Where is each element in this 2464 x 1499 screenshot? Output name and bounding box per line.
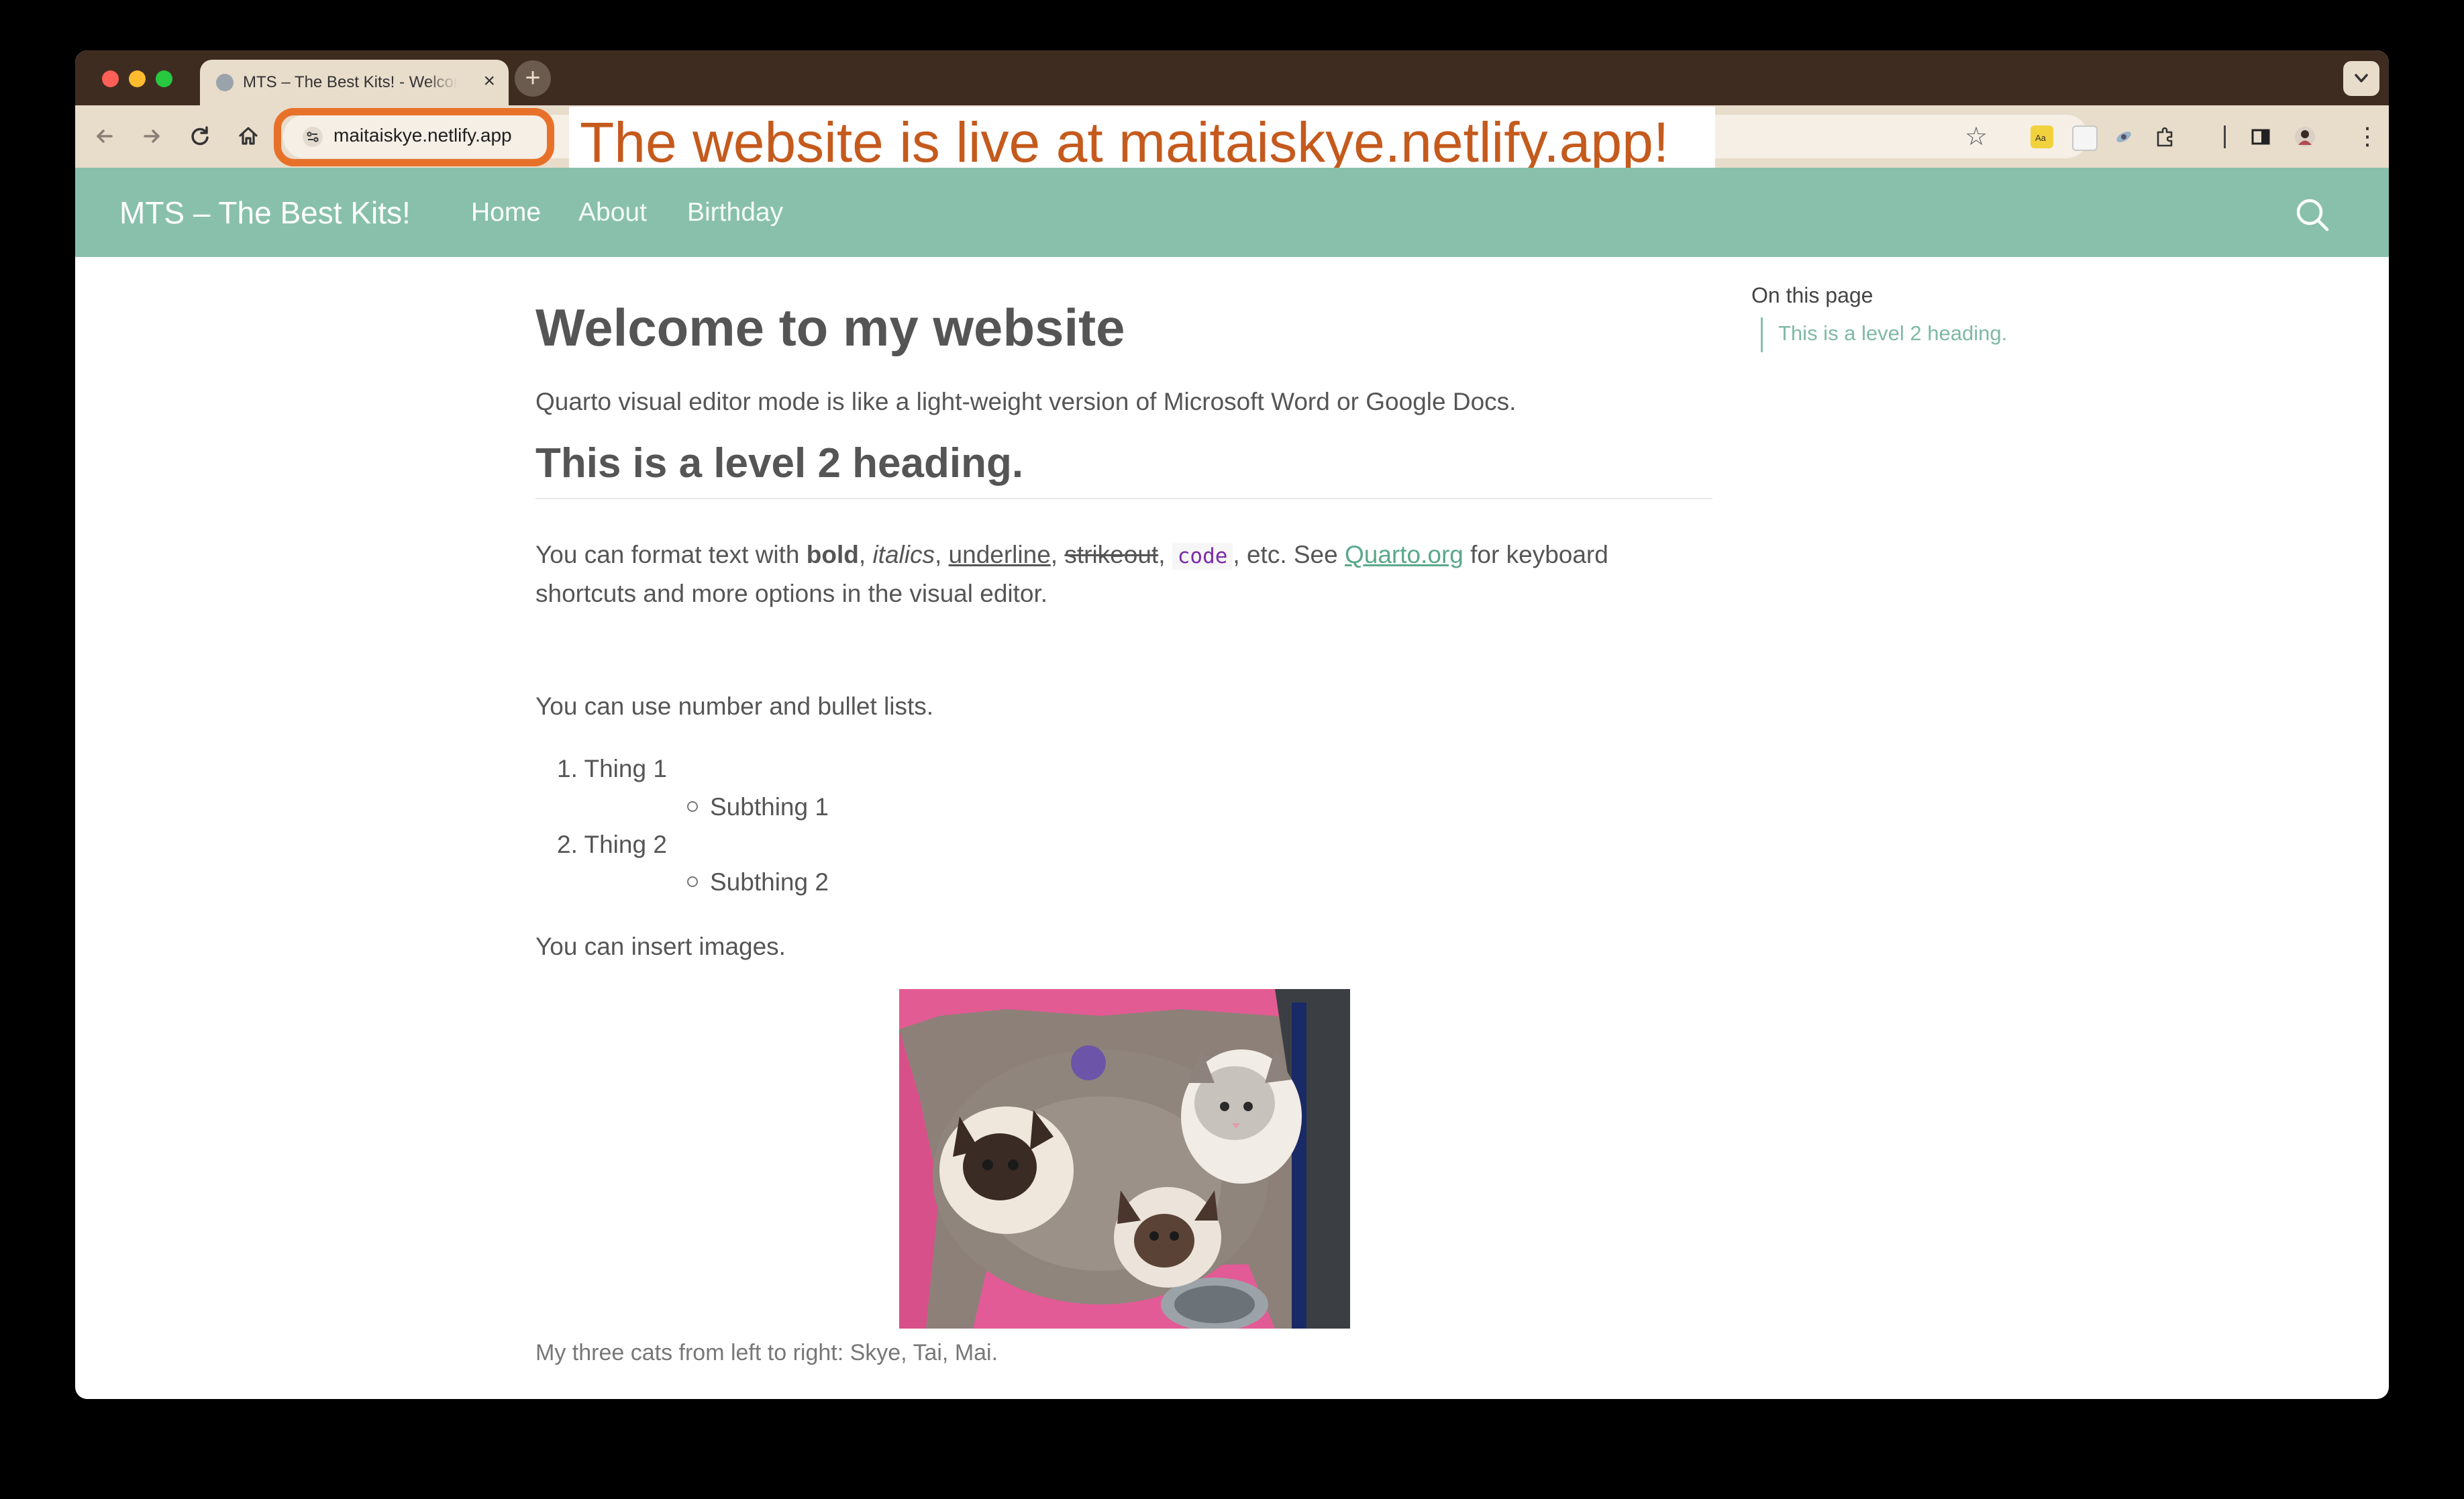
page-title: Welcome to my website bbox=[535, 298, 1125, 357]
home-icon[interactable] bbox=[235, 123, 262, 150]
site-info-icon[interactable] bbox=[302, 126, 323, 148]
site-brand[interactable]: MTS – The Best Kits! bbox=[119, 195, 411, 231]
level-2-heading: This is a level 2 heading. bbox=[535, 440, 1712, 499]
strikeout-text: strikeout bbox=[1064, 541, 1159, 568]
extensions-puzzle-icon[interactable] bbox=[2154, 125, 2177, 148]
format-tail-text: for keyboard bbox=[1463, 541, 1608, 568]
italic-text: italics bbox=[872, 541, 935, 568]
svg-text:Aa: Aa bbox=[2035, 133, 2047, 143]
separator: , bbox=[858, 541, 873, 568]
underline-text: underline bbox=[948, 541, 1051, 568]
browser-toolbar: maitaiskye.netlify.app The website is li… bbox=[75, 105, 2389, 181]
new-tab-button[interactable]: + bbox=[515, 60, 551, 97]
toc-active-indicator bbox=[1761, 317, 1763, 352]
separator: , bbox=[1050, 541, 1065, 568]
browser-window: MTS – The Best Kits! - Welcome to my web… bbox=[75, 50, 2389, 1399]
list-item: 1. Thing 1 bbox=[557, 750, 667, 788]
bold-text: bold bbox=[806, 541, 859, 568]
nav-home[interactable]: Home bbox=[471, 198, 541, 227]
extension-satellite-icon[interactable] bbox=[2112, 125, 2135, 148]
toc-item[interactable]: This is a level 2 heading. bbox=[1778, 321, 2007, 346]
intro-paragraph: Quarto visual editor mode is like a ligh… bbox=[535, 388, 1517, 415]
separator: , bbox=[1158, 541, 1172, 568]
format-lead-text: You can format text with bbox=[535, 541, 807, 568]
list-item-label: Thing 1 bbox=[584, 755, 667, 782]
inline-code: code bbox=[1172, 543, 1233, 570]
search-icon[interactable] bbox=[2294, 196, 2331, 234]
lists-paragraph: You can use number and bullet lists. bbox=[535, 692, 934, 720]
toolbar-divider bbox=[2224, 125, 2226, 148]
globe-icon bbox=[216, 74, 234, 91]
bookmark-star-icon[interactable]: ☆ bbox=[1965, 124, 1988, 150]
list-item-label: Thing 2 bbox=[584, 831, 667, 858]
forward-arrow-icon[interactable] bbox=[138, 123, 165, 150]
format-paragraph: You can format text with bold, italics , … bbox=[535, 536, 1716, 613]
back-arrow-icon[interactable] bbox=[91, 123, 118, 150]
quarto-link[interactable]: Quarto.org bbox=[1345, 541, 1464, 568]
circle-bullet-icon bbox=[687, 801, 698, 813]
extension-dictionary-icon[interactable]: Aa bbox=[2031, 125, 2053, 148]
minimize-window-button[interactable] bbox=[129, 70, 146, 87]
sub-list-label: Subthing 2 bbox=[710, 868, 829, 896]
url-text[interactable]: maitaiskye.netlify.app bbox=[333, 125, 512, 146]
cats-photo bbox=[899, 989, 1350, 1329]
format-line2-text: shortcuts and more options in the visual… bbox=[535, 580, 1048, 607]
list-number: 1. bbox=[557, 755, 578, 782]
sub-list-item: Subthing 2 bbox=[687, 864, 829, 901]
circle-bullet-icon bbox=[687, 876, 698, 888]
tab-search-button[interactable] bbox=[2343, 61, 2379, 96]
list-item: 2. Thing 2 bbox=[557, 826, 667, 864]
close-window-button[interactable] bbox=[102, 70, 119, 87]
site-navbar: MTS – The Best Kits! Home About Birthday bbox=[75, 168, 2389, 257]
side-panel-icon[interactable] bbox=[2249, 125, 2272, 148]
chevron-down-icon bbox=[2355, 74, 2368, 83]
reload-icon[interactable] bbox=[187, 123, 213, 150]
sub-list-label: Subthing 1 bbox=[710, 793, 829, 821]
close-tab-icon[interactable]: × bbox=[483, 69, 495, 93]
cats-photo-illustration bbox=[899, 989, 1350, 1329]
profile-avatar-icon[interactable] bbox=[2294, 125, 2316, 148]
tab-strip: MTS – The Best Kits! - Welcome to my web… bbox=[75, 50, 2389, 105]
figure-caption: My three cats from left to right: Skye, … bbox=[535, 1340, 998, 1365]
zoom-window-button[interactable] bbox=[156, 70, 172, 87]
list-number: 2. bbox=[557, 831, 578, 858]
format-mid-text: , etc. See bbox=[1233, 541, 1345, 568]
separator: , bbox=[934, 541, 949, 568]
extension-document-icon[interactable] bbox=[2072, 125, 2098, 151]
tab-title: MTS – The Best Kits! - Welcome to my web… bbox=[243, 73, 458, 91]
images-paragraph: You can insert images. bbox=[535, 933, 786, 960]
browser-tab[interactable]: MTS – The Best Kits! - Welcome to my web… bbox=[200, 60, 509, 105]
nav-about[interactable]: About bbox=[578, 198, 647, 227]
sub-list-item: Subthing 1 bbox=[687, 788, 829, 826]
toc-title: On this page bbox=[1751, 283, 1873, 307]
more-menu-icon[interactable]: ⋮ bbox=[2355, 123, 2379, 150]
nav-birthday[interactable]: Birthday bbox=[687, 198, 783, 227]
